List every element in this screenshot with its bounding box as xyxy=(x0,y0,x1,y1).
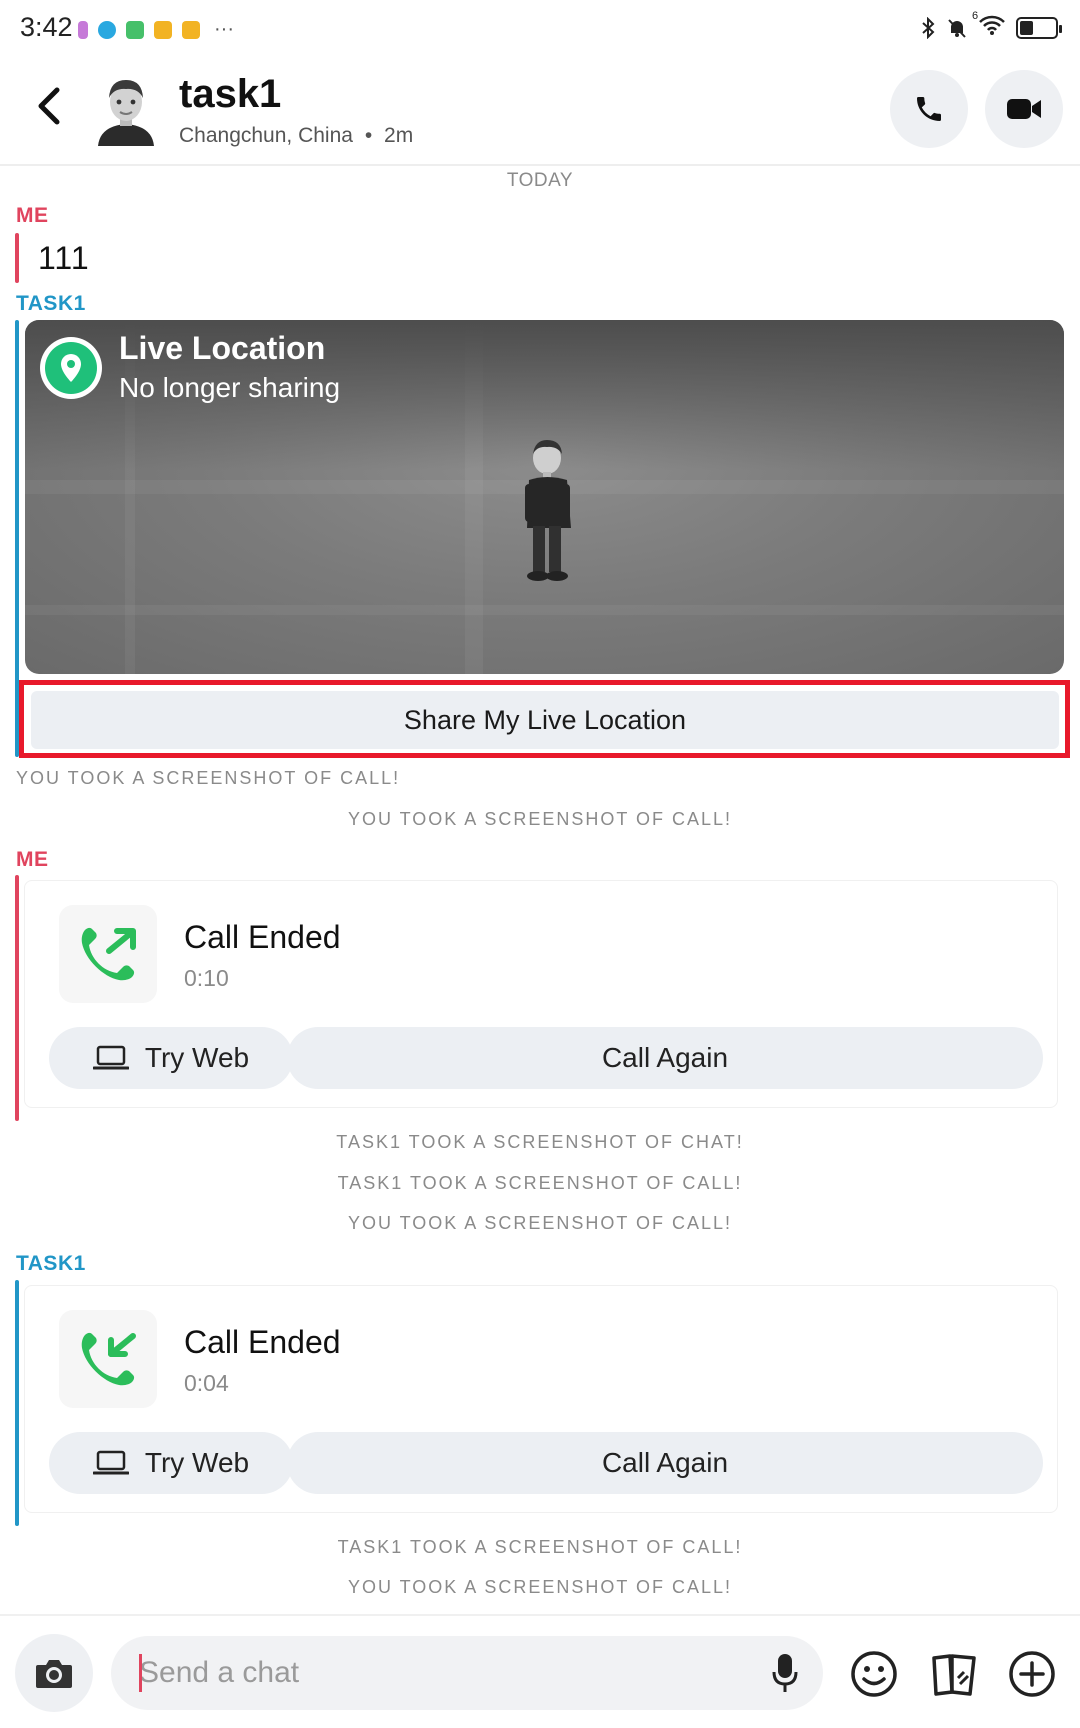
separator-dot: • xyxy=(364,124,373,147)
call-icon-box xyxy=(59,1310,157,1408)
call-again-button[interactable]: Call Again xyxy=(287,1432,1043,1494)
location-pin-badge xyxy=(40,337,102,399)
call-ended-title: Call Ended xyxy=(184,919,341,955)
notification-icons: ··· xyxy=(78,18,234,41)
more-notifications-icon: ··· xyxy=(214,18,234,40)
wifi-badge: 6 xyxy=(972,10,979,22)
sender-label-me: ME xyxy=(16,204,49,227)
system-message: YOU TOOK A SCREENSHOT OF CALL! xyxy=(347,1213,733,1233)
sender-label-task1: TASK1 xyxy=(16,292,86,315)
call-icon-box xyxy=(59,905,157,1003)
bluetooth-icon xyxy=(922,16,935,39)
smiley-icon xyxy=(851,1651,897,1697)
live-location-status: No longer sharing xyxy=(119,372,341,403)
chevron-left-icon xyxy=(38,87,60,125)
plus-circle-icon xyxy=(1009,1651,1055,1697)
sender-bar-me xyxy=(15,875,19,1121)
call-ended-card: Call Ended 0:10 Try Web Call Again xyxy=(24,880,1058,1108)
share-live-location-button[interactable]: Share My Live Location xyxy=(31,691,1059,749)
app-notification-icon xyxy=(154,20,172,39)
app-notification-icon xyxy=(126,20,144,39)
incoming-call-icon xyxy=(81,1332,136,1386)
battery-icon xyxy=(1016,16,1062,39)
system-message: TASK1 TOOK A SCREENSHOT OF CHAT! xyxy=(336,1132,744,1152)
try-web-button[interactable]: Try Web xyxy=(49,1432,293,1494)
message-text[interactable]: 111 xyxy=(38,240,90,277)
chat-composer: Send a chat xyxy=(0,1614,1080,1728)
avatar[interactable] xyxy=(92,74,160,146)
chat-subtitle: Changchun, China • 2m xyxy=(179,124,413,148)
camera-icon xyxy=(36,1660,72,1688)
chat-header: task1 Changchun, China • 2m xyxy=(0,54,1080,166)
chat-title[interactable]: task1 xyxy=(179,72,281,117)
wifi-icon xyxy=(979,15,1005,35)
laptop-icon xyxy=(92,1045,129,1070)
try-web-button[interactable]: Try Web xyxy=(49,1027,293,1089)
system-message: TASK1 TOOK A SCREENSHOT OF CALL! xyxy=(337,1537,743,1557)
laptop-icon xyxy=(92,1450,129,1475)
microphone-icon[interactable] xyxy=(771,1652,799,1694)
app-notification-icon xyxy=(182,20,200,39)
call-ended-card: Call Ended 0:04 Try Web Call Again xyxy=(24,1285,1058,1513)
system-message: YOU TOOK A SCREENSHOT OF CALL! xyxy=(347,809,733,829)
system-message: TASK1 TOOK A SCREENSHOT OF CALL! xyxy=(337,1173,743,1193)
system-message: YOU TOOK A SCREENSHOT OF CALL! xyxy=(347,1577,733,1597)
location-pin-circle xyxy=(45,342,97,394)
back-button[interactable] xyxy=(28,78,68,134)
try-web-label: Try Web xyxy=(144,1447,250,1478)
emoji-button[interactable] xyxy=(846,1646,902,1702)
cards-icon xyxy=(932,1654,976,1696)
date-divider: TODAY xyxy=(506,170,574,191)
try-web-label: Try Web xyxy=(144,1042,250,1073)
status-time: 3:42 xyxy=(20,12,73,42)
call-duration: 0:04 xyxy=(184,1370,229,1396)
chat-input-placeholder: Send a chat xyxy=(139,1656,300,1689)
sender-label-me: ME xyxy=(16,848,49,871)
status-bar: 3:42 ··· 6 xyxy=(0,0,1080,54)
wifi-indicator: 6 xyxy=(972,10,1006,41)
sender-bar-me xyxy=(15,233,19,283)
map-road xyxy=(25,605,1064,615)
chat-input[interactable]: Send a chat xyxy=(111,1636,823,1710)
battery-level xyxy=(1020,20,1033,35)
voice-call-button[interactable] xyxy=(890,70,968,148)
add-button[interactable] xyxy=(1004,1646,1060,1702)
stickers-button[interactable] xyxy=(926,1646,982,1702)
system-icons: 6 xyxy=(920,10,1062,41)
video-call-button[interactable] xyxy=(985,70,1063,148)
video-camera-icon xyxy=(1007,99,1041,119)
bell-off-icon xyxy=(948,18,966,38)
sender-bar-task1 xyxy=(15,1280,19,1526)
camera-button[interactable] xyxy=(15,1634,93,1712)
text-cursor xyxy=(139,1654,142,1692)
app-notification-icon xyxy=(98,20,116,39)
outgoing-call-icon xyxy=(81,927,136,981)
bitmoji-figure-icon xyxy=(525,440,571,581)
call-ended-title: Call Ended xyxy=(184,1324,341,1360)
app-notification-icon xyxy=(78,20,88,39)
phone-icon xyxy=(917,97,941,121)
live-location-card[interactable]: Live Location No longer sharing xyxy=(25,320,1064,674)
system-message: YOU TOOK A SCREENSHOT OF CALL! xyxy=(16,768,401,788)
friend-location: Changchun, China xyxy=(179,124,353,147)
last-seen: 2m xyxy=(384,124,414,147)
call-duration: 0:10 xyxy=(184,965,229,991)
bitmoji-avatar-icon xyxy=(98,80,154,146)
sender-label-task1: TASK1 xyxy=(16,1252,86,1275)
location-pin-icon xyxy=(61,354,81,382)
call-again-button[interactable]: Call Again xyxy=(287,1027,1043,1089)
live-location-title: Live Location xyxy=(119,330,326,366)
